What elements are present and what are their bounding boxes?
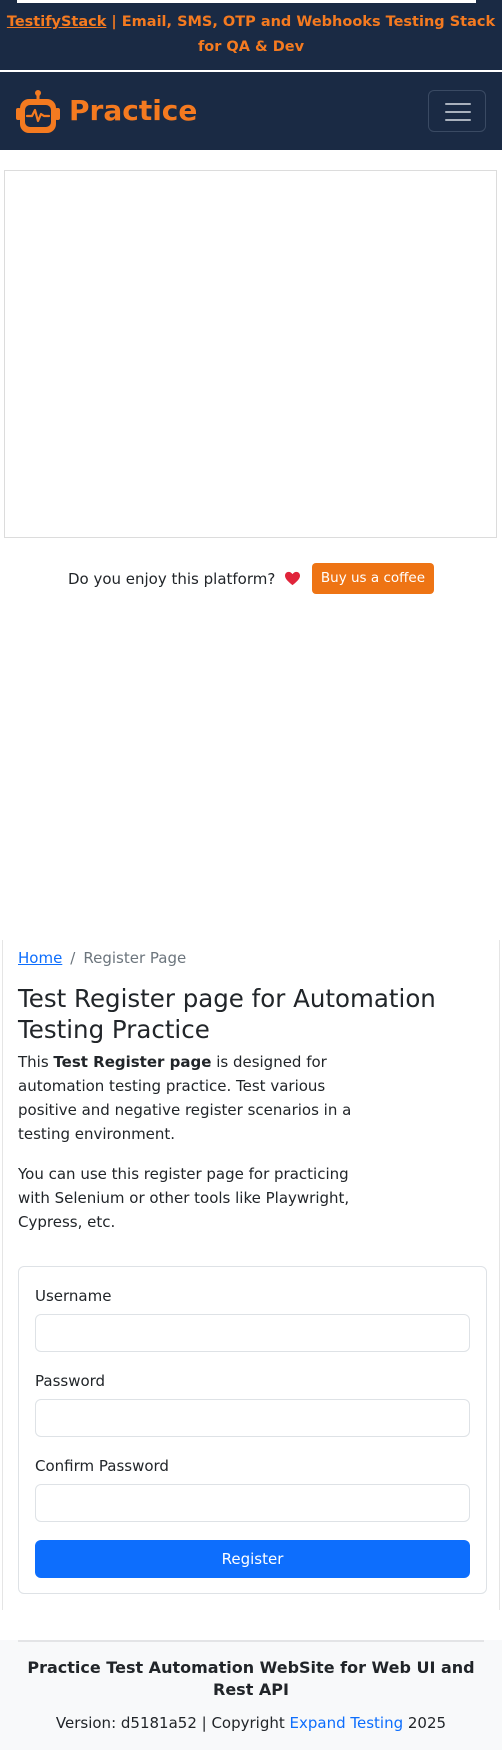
navbar-toggler-button[interactable] — [428, 90, 486, 132]
support-row: Do you enjoy this platform? Buy us a cof… — [0, 562, 502, 594]
footer: Practice Test Automation WebSite for Web… — [0, 1640, 502, 1750]
footer-divider — [18, 1640, 484, 1642]
username-label: Username — [35, 1287, 112, 1305]
expand-testing-link[interactable]: Expand Testing — [290, 1714, 404, 1732]
breadcrumb-current: Register Page — [83, 949, 187, 967]
register-button[interactable]: Register — [35, 1540, 470, 1578]
intro-paragraph: This Test Register page is designed for … — [18, 1050, 378, 1146]
promo-banner: TestifyStack | Email, SMS, OTP and Webho… — [0, 0, 502, 71]
breadcrumb: Home / Register Page — [18, 946, 186, 970]
column-border-left — [2, 940, 3, 1610]
footer-version: Version: d5181a52 | Copyright Expand Tes… — [0, 1712, 502, 1734]
navbar: Practice — [0, 72, 502, 150]
promo-text: | Email, SMS, OTP and Webhooks Testing S… — [106, 14, 496, 55]
testifystack-link[interactable]: TestifyStack — [7, 14, 107, 30]
hamburger-icon — [445, 103, 471, 105]
breadcrumb-home-link[interactable]: Home — [18, 949, 62, 967]
footer-title: Practice Test Automation WebSite for Web… — [27, 1658, 475, 1699]
heart-icon — [285, 571, 301, 586]
brand-name[interactable]: Practice — [69, 92, 197, 130]
intro-prefix: This — [18, 1053, 54, 1071]
hamburger-icon — [445, 111, 471, 113]
page-title: Test Register page for Automation Testin… — [18, 984, 436, 1044]
intro-bold: Test Register page — [53, 1053, 212, 1071]
tools-paragraph: You can use this register page for pract… — [18, 1165, 350, 1231]
robot-icon[interactable] — [14, 88, 62, 136]
password-label: Password — [35, 1372, 106, 1390]
copyright-year: 2025 — [403, 1714, 447, 1732]
promo-top-line — [17, 0, 476, 3]
confirm-password-label: Confirm Password — [35, 1457, 169, 1475]
main-content: Home / Register Page Test Register page fo… — [0, 940, 502, 1610]
version-text: Version: d5181a52 | Copyright — [55, 1714, 290, 1732]
username-input[interactable] — [35, 1314, 470, 1352]
breadcrumb-separator: / — [70, 949, 76, 967]
register-form: Username Password Confirm Password Regis… — [18, 1266, 487, 1594]
ad-frame — [4, 170, 497, 538]
confirm-password-input[interactable] — [35, 1484, 470, 1522]
column-border-right — [499, 940, 500, 1610]
buy-coffee-button[interactable]: Buy us a coffee — [311, 563, 435, 594]
password-input[interactable] — [35, 1399, 470, 1437]
hamburger-icon — [445, 119, 471, 121]
support-question: Do you enjoy this platform? — [67, 569, 276, 588]
